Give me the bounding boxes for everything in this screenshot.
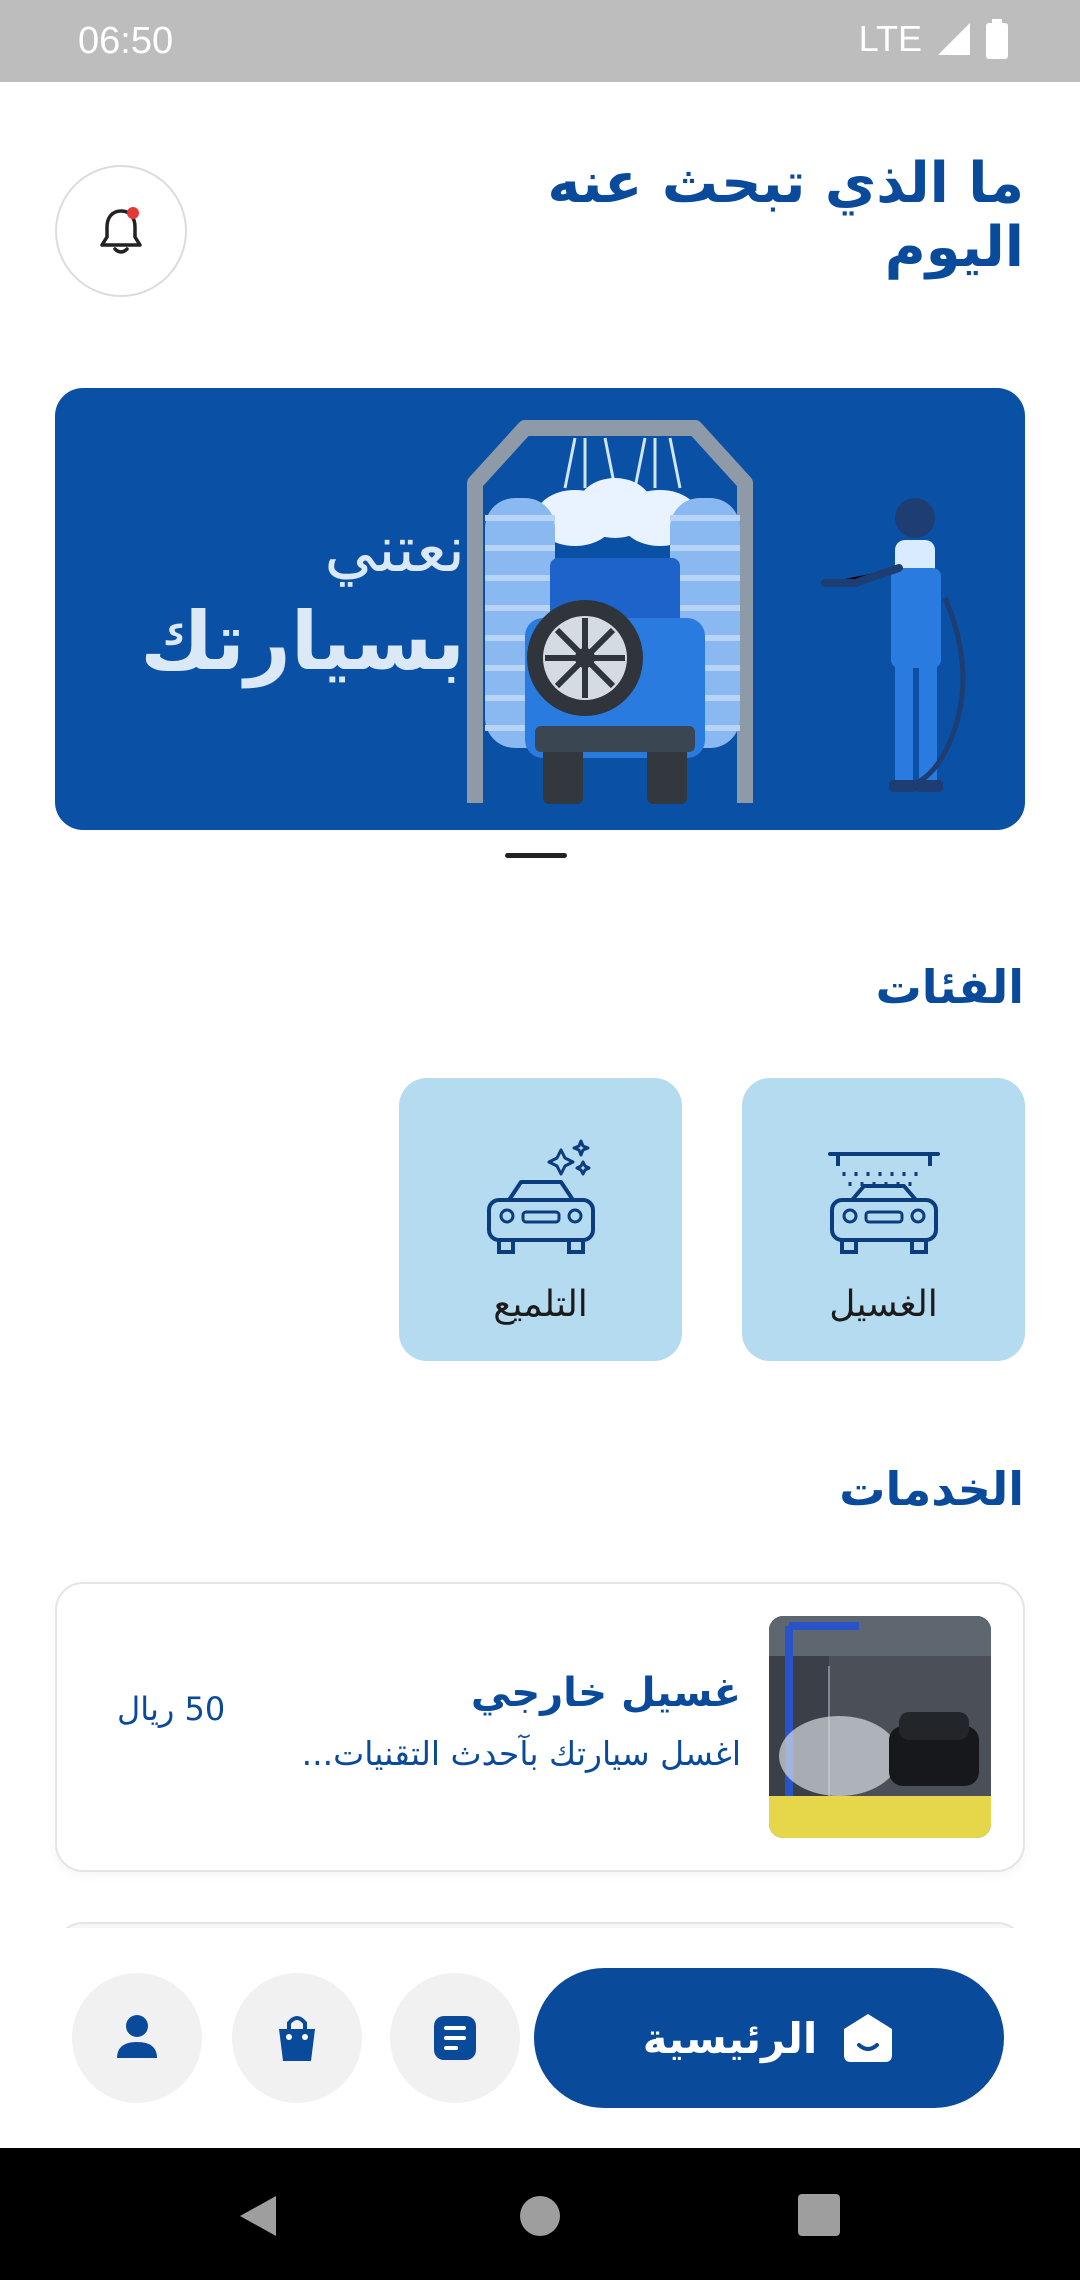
- shopping-bag-icon: [279, 2016, 315, 2061]
- bell-icon: [100, 207, 142, 254]
- car-polish-icon: [487, 1139, 595, 1254]
- nav-orders-button[interactable]: [390, 1973, 520, 2103]
- category-label: التلميع: [493, 1284, 588, 1325]
- status-bar: 06:50 LTE: [0, 0, 1080, 82]
- service-price: 50 ريال: [117, 1690, 226, 1728]
- promo-banner[interactable]: نعتني بسيارتك: [55, 388, 1025, 830]
- category-label: الغسيل: [829, 1284, 938, 1325]
- service-title: غسيل خارجي: [470, 1670, 741, 1716]
- home-icon: [844, 2014, 893, 2062]
- car-wash-icon: [828, 1152, 940, 1254]
- status-time: 06:50: [78, 20, 174, 62]
- back-icon[interactable]: [236, 2194, 280, 2238]
- status-icons: LTE: [859, 18, 1008, 60]
- network-type: LTE: [858, 18, 922, 59]
- user-icon: [117, 2015, 157, 2058]
- category-polish[interactable]: التلميع: [399, 1078, 682, 1361]
- carousel-indicator[interactable]: [505, 853, 567, 858]
- battery-icon: [986, 19, 1008, 59]
- service-description: اغسل سيارتك بآحدث التقنيات...: [301, 1734, 741, 1773]
- category-wash[interactable]: الغسيل: [742, 1078, 1025, 1361]
- signal-icon: [938, 23, 970, 55]
- home-circle-icon[interactable]: [518, 2194, 562, 2238]
- nav-home-label: الرئيسية: [642, 2013, 818, 2063]
- page-title: ما الذي تبحث عنه اليوم: [547, 151, 1024, 280]
- car-wash-illustration: [467, 420, 966, 804]
- notifications-button[interactable]: [55, 165, 187, 297]
- nav-cart-button[interactable]: [232, 1973, 362, 2103]
- categories-title: الفئات: [875, 960, 1024, 1014]
- service-thumbnail: [769, 1616, 991, 1838]
- nav-profile-button[interactable]: [72, 1973, 202, 2103]
- system-navigation-bar: [0, 2148, 1080, 2280]
- nav-home-button[interactable]: الرئيسية: [534, 1968, 1004, 2108]
- services-title: الخدمات: [839, 1462, 1024, 1516]
- recents-icon[interactable]: [798, 2194, 840, 2236]
- banner-line2: بسيارتك: [140, 595, 465, 688]
- bottom-navigation: الرئيسية: [0, 1928, 1080, 2148]
- document-icon: [434, 2016, 476, 2060]
- banner-text: نعتني بسيارتك: [105, 508, 465, 692]
- service-card[interactable]: غسيل خارجي اغسل سيارتك بآحدث التقنيات...…: [55, 1582, 1025, 1872]
- banner-line1: نعتني: [324, 513, 465, 587]
